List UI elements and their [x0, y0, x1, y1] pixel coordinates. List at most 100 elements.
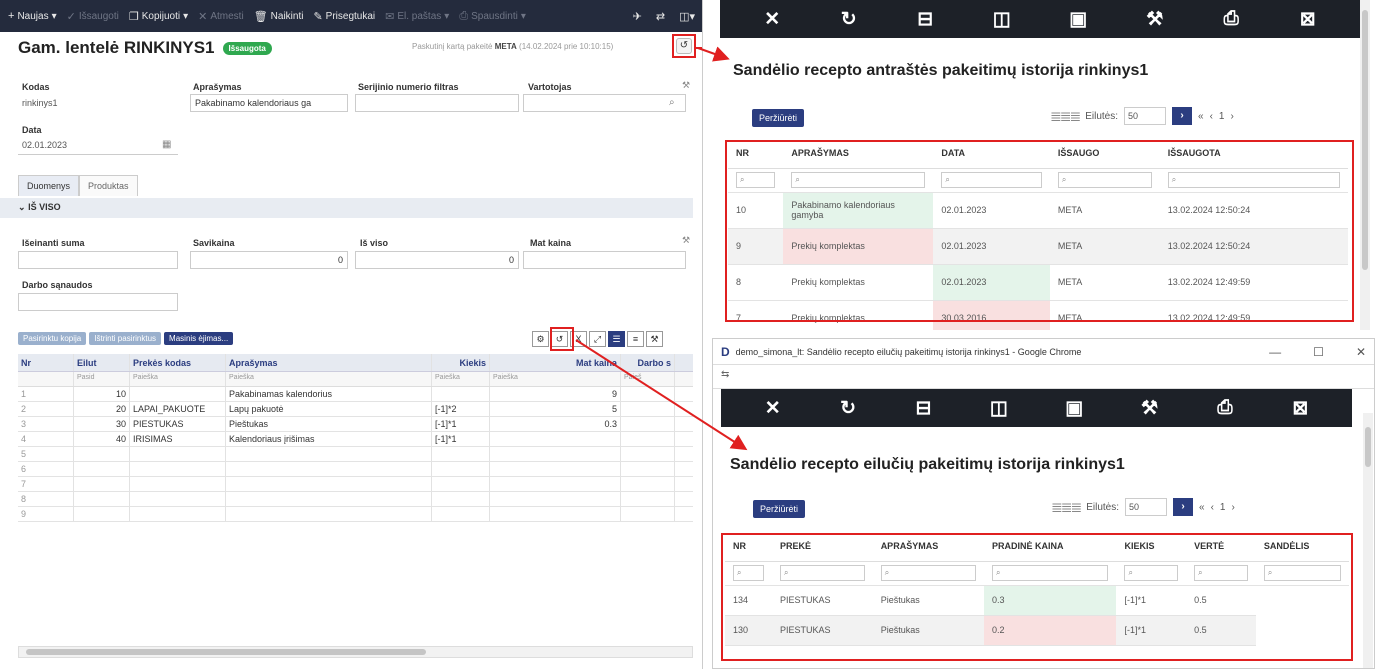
- cell-eilut[interactable]: [74, 477, 130, 491]
- date-value[interactable]: 02.01.2023: [22, 140, 67, 150]
- minimize-icon[interactable]: ⊟: [910, 8, 940, 31]
- print-icon[interactable]: ⎙: [1210, 397, 1240, 419]
- user-input[interactable]: [523, 94, 686, 112]
- cell-mat-kaina[interactable]: [490, 507, 621, 521]
- go-button[interactable]: ›: [1173, 498, 1193, 516]
- mass-edit-button[interactable]: Masinis ėjimas...: [164, 332, 234, 345]
- work-input[interactable]: [18, 293, 178, 311]
- save-icon[interactable]: ▣: [1059, 397, 1089, 420]
- cell-prekes-kodas[interactable]: [130, 387, 226, 401]
- tab-duomenys[interactable]: Duomenys: [18, 175, 80, 196]
- refresh-icon[interactable]: ↻: [834, 8, 864, 31]
- column-header-eilut[interactable]: Eilut: [74, 354, 130, 371]
- filter-input-nr[interactable]: [18, 372, 74, 386]
- site-settings-icon[interactable]: ⇆: [721, 369, 729, 380]
- cell-mat-kaina[interactable]: [490, 432, 621, 446]
- columns-icon[interactable]: ◫: [987, 8, 1017, 31]
- scrollbar-thumb[interactable]: [1362, 10, 1368, 270]
- cell-prekes-kodas[interactable]: [130, 492, 226, 506]
- cell-eilut[interactable]: [74, 447, 130, 461]
- toolbar-atmesti-button[interactable]: ✕ Atmesti: [198, 10, 244, 23]
- aprasymas-input[interactable]: Pakabinamo kalendoriaus ga: [190, 94, 348, 112]
- column-header-darbo[interactable]: Darbo s: [621, 354, 675, 371]
- view-mode-icon[interactable]: ≣≣≣: [1051, 499, 1082, 516]
- cell-prekes-kodas[interactable]: PIESTUKAS: [130, 417, 226, 431]
- cell-prekes-kodas[interactable]: IRISIMAS: [130, 432, 226, 446]
- cell-kiekis[interactable]: [432, 462, 490, 476]
- next-page-icon[interactable]: ›: [1231, 502, 1234, 513]
- cell-mat-kaina[interactable]: [490, 462, 621, 476]
- cell-darbo[interactable]: [621, 492, 675, 506]
- excel-icon[interactable]: ⊠: [1293, 8, 1323, 31]
- cell-darbo[interactable]: [621, 402, 675, 416]
- address-bar[interactable]: ⇆: [713, 365, 1374, 389]
- table-row[interactable]: 8: [18, 492, 693, 507]
- cell-mat-kaina[interactable]: [490, 492, 621, 506]
- column-header-aprasymas[interactable]: Aprašymas: [226, 354, 432, 371]
- wrench-icon[interactable]: ⚒: [1135, 397, 1165, 420]
- table-row[interactable]: 9: [18, 507, 693, 522]
- column-header-kiekis[interactable]: Kiekis: [432, 354, 490, 371]
- mat-price-input[interactable]: [523, 251, 686, 269]
- cell-mat-kaina[interactable]: [490, 447, 621, 461]
- column-header-nr[interactable]: Nr: [18, 354, 74, 371]
- table-row[interactable]: 5: [18, 447, 693, 462]
- wrench-icon[interactable]: ⚒: [646, 331, 663, 347]
- expand-icon[interactable]: ⤢: [589, 331, 606, 347]
- serial-filter-input[interactable]: [355, 94, 519, 112]
- cell-kiekis[interactable]: [432, 387, 490, 401]
- cost-input[interactable]: 0: [190, 251, 348, 269]
- cell-aprasymas[interactable]: [226, 477, 432, 491]
- table-row[interactable]: 6: [18, 462, 693, 477]
- toolbar-i-saugoti-button[interactable]: ✓ Išsaugoti: [67, 10, 119, 23]
- save-icon[interactable]: ▣: [1063, 8, 1093, 31]
- cell-darbo[interactable]: [621, 417, 675, 431]
- rows-per-page-input[interactable]: 50: [1125, 498, 1167, 516]
- cell-mat-kaina[interactable]: 0.3: [490, 417, 621, 431]
- cell-aprasymas[interactable]: [226, 447, 432, 461]
- cell-eilut[interactable]: [74, 492, 130, 506]
- cell-kiekis[interactable]: [432, 447, 490, 461]
- column-header-prekes-kodas[interactable]: Prekės kodas: [130, 354, 226, 371]
- total-input[interactable]: 0: [355, 251, 519, 269]
- copy-rows-button[interactable]: Pasirinktu kopija: [18, 332, 87, 345]
- table-row[interactable]: 3 30 PIESTUKAS Pieštukas [-1]*1 0.3: [18, 417, 693, 432]
- cell-prekes-kodas[interactable]: [130, 462, 226, 476]
- tab-produktas[interactable]: Produktas: [79, 175, 138, 196]
- go-button[interactable]: ›: [1172, 107, 1192, 125]
- next-page-icon[interactable]: ›: [1230, 111, 1233, 122]
- filter-input-prekes-kodas[interactable]: Paieška: [130, 372, 226, 386]
- cell-aprasymas[interactable]: Pakabinamas kalendorius: [226, 387, 432, 401]
- settings-icon[interactable]: ⚙: [532, 331, 549, 347]
- close-icon[interactable]: ✕: [758, 397, 788, 420]
- list-view-icon[interactable]: ☰: [608, 331, 625, 347]
- search-icon[interactable]: ⌕: [669, 97, 675, 108]
- section-header[interactable]: ⌄ IŠ VISO: [0, 198, 693, 218]
- cell-aprasymas[interactable]: Kalendoriaus įrišimas: [226, 432, 432, 446]
- column-header-mat-kaina[interactable]: Mat kaina: [490, 354, 621, 371]
- view-button[interactable]: Peržiūrėti: [753, 500, 806, 518]
- calendar-icon[interactable]: ▦: [162, 139, 171, 150]
- table-row[interactable]: 2 20 LAPAI_PAKUOTE Lapų pakuotė [-1]*2 5: [18, 402, 693, 417]
- wrench-icon[interactable]: ⚒: [682, 80, 690, 91]
- close-icon[interactable]: ✕: [757, 8, 787, 31]
- view-button[interactable]: Peržiūrėti: [752, 109, 805, 127]
- cell-kiekis[interactable]: [432, 477, 490, 491]
- swap-icon[interactable]: ⇄: [656, 10, 665, 23]
- close-icon[interactable]: ✕: [1356, 345, 1366, 359]
- cell-kiekis[interactable]: [-1]*1: [432, 417, 490, 431]
- cell-prekes-kodas[interactable]: [130, 477, 226, 491]
- cell-prekes-kodas[interactable]: [130, 447, 226, 461]
- toolbar-naujas-button[interactable]: + Naujas ▾: [8, 10, 57, 22]
- refresh-icon[interactable]: ↻: [833, 397, 863, 420]
- cell-darbo[interactable]: [621, 387, 675, 401]
- cell-eilut[interactable]: [74, 507, 130, 521]
- prev-page-icon[interactable]: ‹: [1210, 111, 1213, 122]
- view-mode-icon[interactable]: ≣≣≣: [1050, 108, 1081, 125]
- bottom-vertical-scrollbar[interactable]: [1363, 413, 1373, 668]
- toolbar-prisegtukai-button[interactable]: ✎ Prisegtukai: [313, 10, 375, 23]
- toolbar-naikinti-button[interactable]: 🗑 Naikinti: [254, 10, 304, 23]
- out-sum-input[interactable]: [18, 251, 178, 269]
- cell-mat-kaina[interactable]: [490, 477, 621, 491]
- cell-darbo[interactable]: [621, 462, 675, 476]
